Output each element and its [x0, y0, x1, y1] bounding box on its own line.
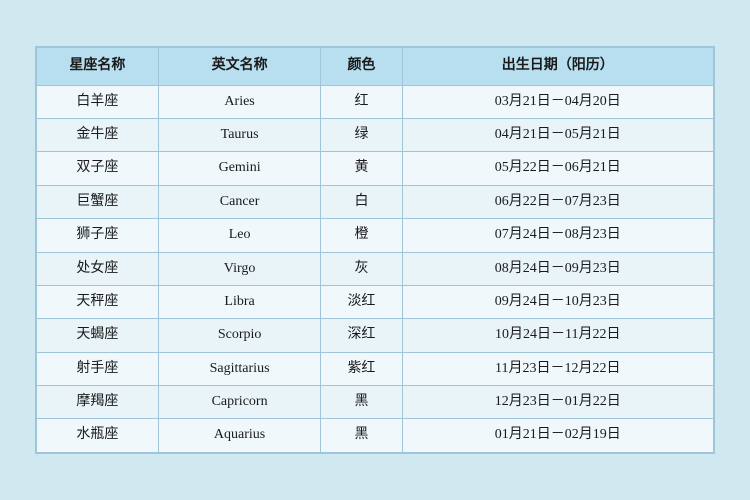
cell-en: Gemini: [158, 152, 320, 185]
table-row: 白羊座Aries红03月21日－04月20日: [37, 85, 714, 118]
cell-cn: 双子座: [37, 152, 159, 185]
cell-date: 10月24日－11月22日: [402, 319, 713, 352]
cell-color: 深红: [321, 319, 402, 352]
header-date: 出生日期（阳历）: [402, 48, 713, 85]
cell-en: Taurus: [158, 118, 320, 151]
cell-en: Aquarius: [158, 419, 320, 452]
cell-cn: 处女座: [37, 252, 159, 285]
cell-en: Leo: [158, 219, 320, 252]
cell-en: Scorpio: [158, 319, 320, 352]
cell-cn: 白羊座: [37, 85, 159, 118]
cell-en: Cancer: [158, 185, 320, 218]
cell-color: 橙: [321, 219, 402, 252]
table-row: 天蝎座Scorpio深红10月24日－11月22日: [37, 319, 714, 352]
table-row: 金牛座Taurus绿04月21日－05月21日: [37, 118, 714, 151]
header-en: 英文名称: [158, 48, 320, 85]
cell-cn: 金牛座: [37, 118, 159, 151]
cell-cn: 天蝎座: [37, 319, 159, 352]
cell-cn: 天秤座: [37, 285, 159, 318]
cell-en: Virgo: [158, 252, 320, 285]
cell-cn: 摩羯座: [37, 386, 159, 419]
cell-date: 11月23日－12月22日: [402, 352, 713, 385]
table-row: 天秤座Libra淡红09月24日－10月23日: [37, 285, 714, 318]
cell-en: Aries: [158, 85, 320, 118]
header-cn: 星座名称: [37, 48, 159, 85]
cell-color: 白: [321, 185, 402, 218]
table-row: 双子座Gemini黄05月22日－06月21日: [37, 152, 714, 185]
cell-date: 09月24日－10月23日: [402, 285, 713, 318]
cell-date: 07月24日－08月23日: [402, 219, 713, 252]
cell-cn: 射手座: [37, 352, 159, 385]
cell-date: 01月21日－02月19日: [402, 419, 713, 452]
table-row: 处女座Virgo灰08月24日－09月23日: [37, 252, 714, 285]
cell-cn: 水瓶座: [37, 419, 159, 452]
zodiac-table: 星座名称 英文名称 颜色 出生日期（阳历） 白羊座Aries红03月21日－04…: [36, 47, 714, 453]
cell-cn: 巨蟹座: [37, 185, 159, 218]
table-header-row: 星座名称 英文名称 颜色 出生日期（阳历）: [37, 48, 714, 85]
table-row: 摩羯座Capricorn黑12月23日－01月22日: [37, 386, 714, 419]
cell-en: Sagittarius: [158, 352, 320, 385]
cell-color: 绿: [321, 118, 402, 151]
cell-color: 黑: [321, 419, 402, 452]
cell-color: 紫红: [321, 352, 402, 385]
zodiac-table-container: 星座名称 英文名称 颜色 出生日期（阳历） 白羊座Aries红03月21日－04…: [35, 46, 715, 454]
cell-date: 04月21日－05月21日: [402, 118, 713, 151]
cell-color: 红: [321, 85, 402, 118]
table-row: 狮子座Leo橙07月24日－08月23日: [37, 219, 714, 252]
cell-color: 黄: [321, 152, 402, 185]
table-row: 巨蟹座Cancer白06月22日－07月23日: [37, 185, 714, 218]
cell-date: 12月23日－01月22日: [402, 386, 713, 419]
cell-color: 淡红: [321, 285, 402, 318]
cell-date: 06月22日－07月23日: [402, 185, 713, 218]
cell-date: 03月21日－04月20日: [402, 85, 713, 118]
cell-date: 05月22日－06月21日: [402, 152, 713, 185]
cell-en: Capricorn: [158, 386, 320, 419]
cell-cn: 狮子座: [37, 219, 159, 252]
header-color: 颜色: [321, 48, 402, 85]
cell-color: 灰: [321, 252, 402, 285]
cell-color: 黑: [321, 386, 402, 419]
cell-date: 08月24日－09月23日: [402, 252, 713, 285]
cell-en: Libra: [158, 285, 320, 318]
table-row: 水瓶座Aquarius黑01月21日－02月19日: [37, 419, 714, 452]
table-row: 射手座Sagittarius紫红11月23日－12月22日: [37, 352, 714, 385]
